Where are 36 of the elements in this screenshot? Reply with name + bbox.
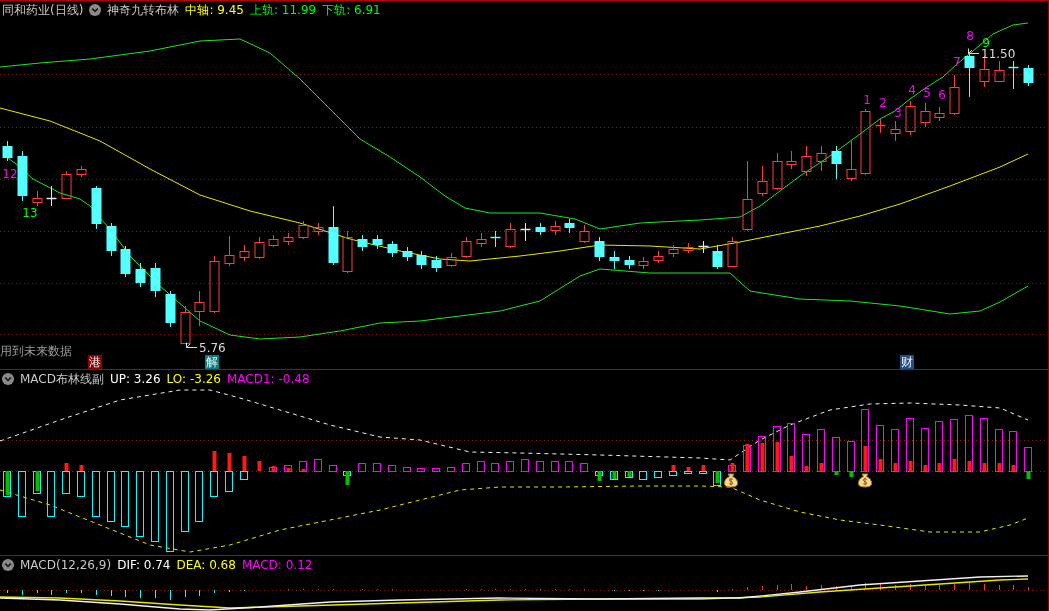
event-badge[interactable]: 财 xyxy=(900,355,914,369)
future-data-notice: 用到未来数据 xyxy=(0,344,72,358)
money-bag-icon xyxy=(723,473,739,488)
chevron-down-icon[interactable] xyxy=(2,559,14,571)
indicator-reading: UP: 3.26 xyxy=(110,372,161,386)
count-label: 9 xyxy=(982,36,990,50)
price-label: 5.76 xyxy=(199,341,226,355)
count-label: 12 xyxy=(2,167,18,181)
indicator-reading: 上轨: 11.99 xyxy=(249,1,317,19)
count-label: 6 xyxy=(938,88,946,102)
arrow-icon xyxy=(968,48,980,54)
indicator-name: 神奇九转布林 xyxy=(107,1,180,19)
indicator-reading: 下轨: 6.91 xyxy=(322,1,381,19)
money-bag-icon xyxy=(857,473,873,488)
count-label: 5 xyxy=(923,86,931,100)
count-label: 1 xyxy=(863,93,871,107)
chevron-down-icon[interactable] xyxy=(89,4,102,16)
chevron-down-icon[interactable] xyxy=(2,373,14,385)
indicator-reading: LO: -3.26 xyxy=(166,372,221,386)
count-label: 13 xyxy=(22,206,38,220)
indicator-reading: DIF: 0.74 xyxy=(117,558,171,572)
count-label: 8 xyxy=(966,29,974,43)
price-label: 11.50 xyxy=(981,47,1016,61)
indicator-reading: 中轴: 9.45 xyxy=(185,1,244,19)
count-label: 3 xyxy=(894,106,902,120)
indicator-reading: DEA: 0.68 xyxy=(176,558,236,572)
event-badge[interactable]: 港 xyxy=(88,355,102,369)
count-label: 2 xyxy=(879,96,887,110)
arrow-icon xyxy=(186,342,198,348)
indicator-reading: MACD1: -0.48 xyxy=(227,372,310,386)
event-badge[interactable]: 解 xyxy=(205,355,219,369)
indicator-name: MACD布林线副 xyxy=(20,370,104,388)
count-label: 4 xyxy=(908,83,916,97)
chart-title: 同和药业(日线) xyxy=(2,1,84,19)
indicator-name: MACD(12,26,9) xyxy=(20,558,112,572)
indicator-reading: MACD: 0.12 xyxy=(241,558,313,572)
